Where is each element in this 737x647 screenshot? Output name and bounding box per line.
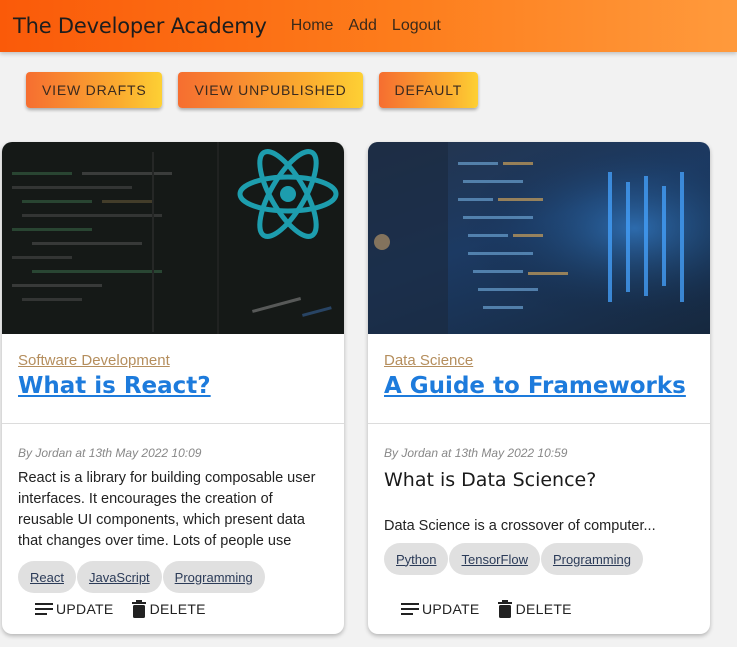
post-header: Software Development What is React? — [2, 334, 344, 424]
category-link[interactable]: Data Science — [384, 352, 473, 369]
post-title-link[interactable]: What is React? — [18, 373, 211, 399]
delete-label: DELETE — [515, 601, 572, 617]
post-subheading: What is Data Science? — [384, 469, 597, 491]
post-actions: UPDATE DELETE — [400, 600, 588, 618]
view-drafts-button[interactable]: VIEW DRAFTS — [26, 72, 163, 108]
post-image — [368, 142, 710, 334]
tag-chip[interactable]: TensorFlow — [449, 543, 540, 575]
post-excerpt: React is a library for building composab… — [18, 470, 316, 549]
category-link[interactable]: Software Development — [18, 352, 170, 369]
notes-icon — [35, 603, 53, 615]
notes-icon — [401, 603, 419, 615]
post-actions: UPDATE DELETE — [34, 600, 222, 618]
nav-logout-link[interactable]: Logout — [392, 17, 441, 35]
post-title-link[interactable]: A Guide to Frameworks — [384, 373, 686, 399]
tag-list: React JavaScript Programming — [18, 561, 344, 593]
post-card: Data Science A Guide to Frameworks By Jo… — [368, 142, 710, 634]
data-center-code-image — [368, 142, 710, 334]
delete-button[interactable]: DELETE — [496, 600, 572, 618]
trash-icon — [497, 600, 512, 618]
trash-icon — [131, 600, 146, 618]
default-button[interactable]: DEFAULT — [378, 72, 479, 108]
post-byline: By Jordan at 13th May 2022 10:09 — [18, 446, 202, 460]
navbar: The Developer Academy Home Add Logout — [0, 0, 737, 52]
post-body: By Jordan at 13th May 2022 10:59 What is… — [368, 446, 710, 548]
tag-chip[interactable]: JavaScript — [76, 561, 162, 593]
tag-chip[interactable]: Python — [384, 543, 449, 575]
post-body: By Jordan at 13th May 2022 10:09 React i… — [2, 446, 344, 552]
filter-bar: VIEW DRAFTS VIEW UNPUBLISHED DEFAULT — [26, 72, 494, 108]
post-card: Software Development What is React? By J… — [2, 142, 344, 634]
post-header: Data Science A Guide to Frameworks — [368, 334, 710, 424]
react-code-screen-image — [12, 142, 339, 334]
nav-home-link[interactable]: Home — [291, 17, 334, 35]
update-label: UPDATE — [422, 601, 480, 617]
post-image — [2, 142, 344, 334]
update-button[interactable]: UPDATE — [34, 601, 114, 617]
update-button[interactable]: UPDATE — [400, 601, 480, 617]
view-unpublished-button[interactable]: VIEW UNPUBLISHED — [178, 72, 363, 108]
brand-title[interactable]: The Developer Academy — [13, 14, 267, 38]
delete-label: DELETE — [149, 601, 206, 617]
tag-chip[interactable]: React — [18, 561, 76, 593]
nav-add-link[interactable]: Add — [348, 17, 376, 35]
tag-chip[interactable]: Programming — [162, 561, 265, 593]
delete-button[interactable]: DELETE — [130, 600, 206, 618]
post-byline: By Jordan at 13th May 2022 10:59 — [384, 446, 568, 460]
tag-chip[interactable]: Programming — [540, 543, 643, 575]
tag-list: Python TensorFlow Programming — [384, 543, 710, 575]
update-label: UPDATE — [56, 601, 114, 617]
